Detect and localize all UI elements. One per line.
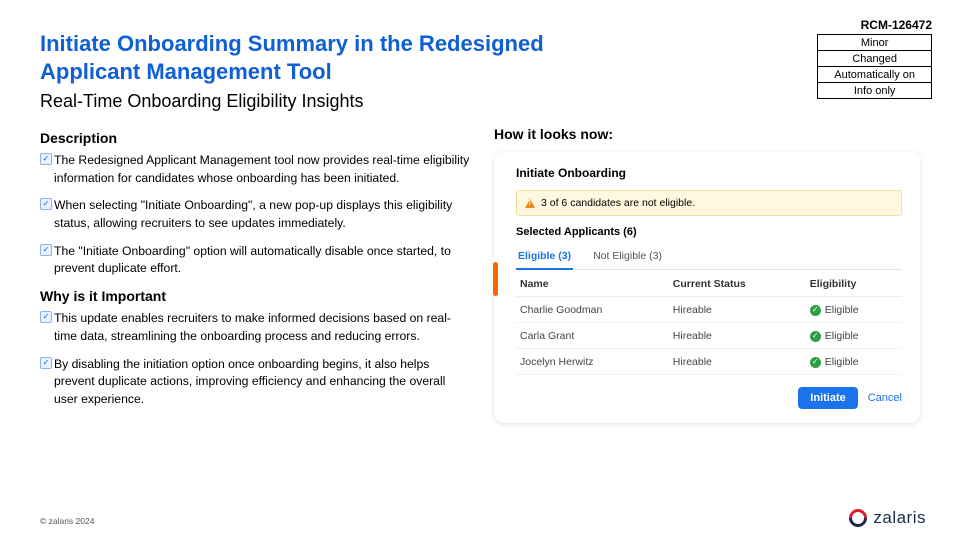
cell-status: Hireable (669, 323, 806, 349)
warning-icon (525, 199, 535, 208)
table-row: Carla Grant Hireable ✓Eligible (516, 323, 902, 349)
col-status: Current Status (669, 272, 806, 297)
slide-subtitle: Real-Time Onboarding Eligibility Insight… (40, 91, 920, 112)
check-icon: ✓ (810, 305, 821, 316)
description-bullet: The Redesigned Applicant Management tool… (54, 152, 470, 187)
brand-logo: zalaris (849, 508, 926, 528)
important-heading: Why is it Important (40, 288, 470, 304)
dialog-title: Initiate Onboarding (516, 166, 902, 180)
tab-not-eligible[interactable]: Not Eligible (3) (591, 244, 664, 269)
check-icon: ✓ (810, 331, 821, 342)
cancel-button[interactable]: Cancel (868, 387, 902, 409)
description-heading: Description (40, 130, 470, 146)
cell-name: Carla Grant (516, 323, 669, 349)
copyright: © zalaris 2024 (40, 516, 94, 526)
table-row: Jocelyn Herwitz Hireable ✓Eligible (516, 349, 902, 375)
slide-title: Initiate Onboarding Summary in the Redes… (40, 30, 600, 85)
ticket-tag: Minor (818, 35, 931, 51)
col-name: Name (516, 272, 669, 297)
selected-applicants-label: Selected Applicants (6) (516, 226, 902, 238)
onboarding-dialog: Initiate Onboarding 3 of 6 candidates ar… (494, 152, 920, 423)
initiate-button[interactable]: Initiate (798, 387, 857, 409)
cell-name: Jocelyn Herwitz (516, 349, 669, 375)
ticket-box: RCM-126472 Minor Changed Automatically o… (817, 18, 932, 99)
cell-eligibility: ✓Eligible (806, 297, 902, 323)
alert-text: 3 of 6 candidates are not eligible. (541, 197, 695, 209)
ticket-tag: Changed (818, 51, 931, 67)
eligibility-alert: 3 of 6 candidates are not eligible. (516, 190, 902, 216)
col-eligibility: Eligibility (806, 272, 902, 297)
brand-text: zalaris (873, 508, 926, 528)
preview-heading: How it looks now: (494, 126, 920, 142)
cell-eligibility: ✓Eligible (806, 349, 902, 375)
important-bullet: This update enables recruiters to make i… (54, 310, 470, 345)
cell-status: Hireable (669, 349, 806, 375)
cell-name: Charlie Goodman (516, 297, 669, 323)
brand-icon (846, 505, 871, 530)
cell-status: Hireable (669, 297, 806, 323)
description-list: The Redesigned Applicant Management tool… (40, 152, 470, 278)
important-bullet: By disabling the initiation option once … (54, 356, 470, 409)
ticket-tags: Minor Changed Automatically on Info only (817, 34, 932, 99)
ticket-id: RCM-126472 (817, 18, 932, 32)
check-icon: ✓ (810, 357, 821, 368)
cell-eligibility: ✓Eligible (806, 323, 902, 349)
eligibility-tabs: Eligible (3) Not Eligible (3) (516, 244, 902, 270)
ticket-tag: Automatically on (818, 67, 931, 83)
tab-eligible[interactable]: Eligible (3) (516, 244, 573, 270)
applicants-table: Name Current Status Eligibility Charlie … (516, 272, 902, 375)
description-bullet: When selecting "Initiate Onboarding", a … (54, 197, 470, 232)
ticket-tag: Info only (818, 83, 931, 98)
important-list: This update enables recruiters to make i… (40, 310, 470, 408)
description-bullet: The "Initiate Onboarding" option will au… (54, 243, 470, 278)
table-row: Charlie Goodman Hireable ✓Eligible (516, 297, 902, 323)
